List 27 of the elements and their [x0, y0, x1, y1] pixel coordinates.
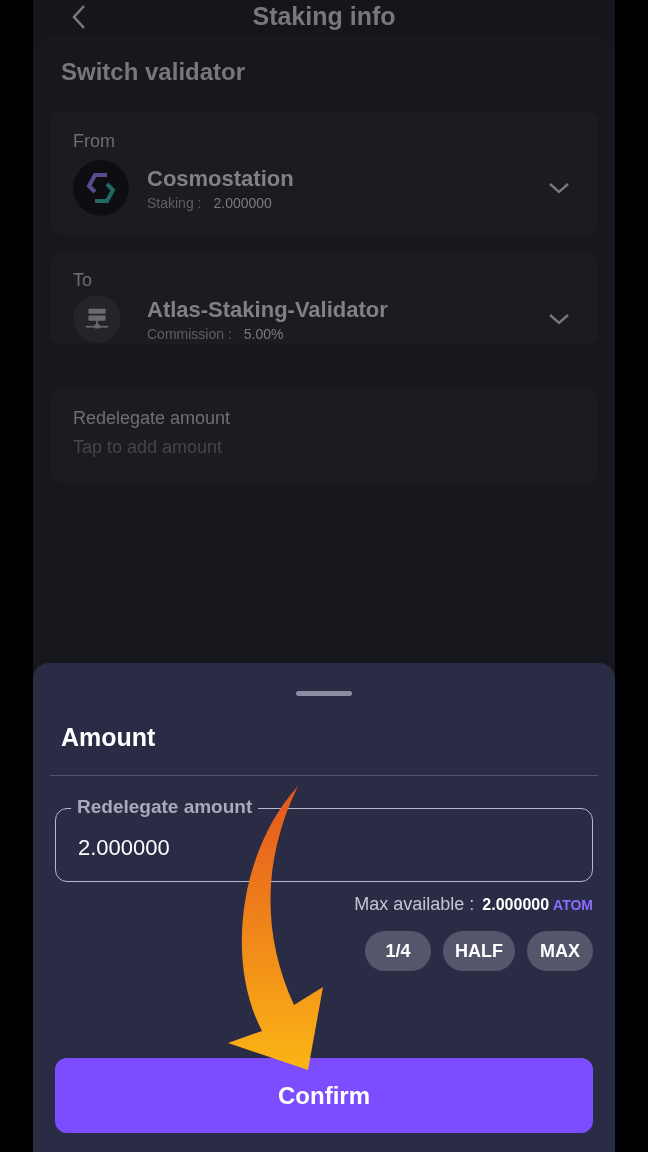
confirm-button[interactable]: Confirm — [55, 1058, 593, 1133]
chevron-down-icon[interactable] — [548, 182, 570, 194]
detail-label: Commission : — [147, 325, 232, 342]
token-unit: ATOM — [553, 897, 593, 913]
card-label: From — [73, 131, 116, 152]
max-available-value: 2.000000 — [482, 896, 550, 914]
chevron-down-icon[interactable] — [548, 313, 570, 325]
quick-amount-button[interactable]: 1/4 — [365, 931, 431, 971]
validator-card[interactable]: To Atlas-Staking-Validator Commission : 5.00% — [50, 250, 598, 345]
card-label: Redelegate amount — [73, 408, 232, 429]
detail-value: 2.000000 — [213, 194, 272, 211]
validator-name: Cosmostation — [147, 165, 295, 192]
quick-amount-button[interactable]: MAX — [527, 931, 593, 971]
detail-label: Staking : — [147, 194, 202, 211]
validator-name: Atlas-Staking-Validator — [147, 296, 389, 323]
page-title: Staking info — [252, 1, 396, 31]
hexagon-logo-icon — [73, 160, 129, 216]
quick-amount-button[interactable]: HALF — [443, 931, 515, 971]
back-icon[interactable] — [71, 4, 87, 30]
max-available-label: Max available : — [354, 894, 475, 915]
server-icon — [73, 295, 121, 343]
section-title: Switch validator — [61, 58, 247, 87]
validator-card[interactable]: From Cosmostation Staking : 2.000000 — [50, 111, 598, 235]
detail-value: 5.00% — [243, 325, 284, 342]
sheet-handle[interactable] — [296, 691, 352, 696]
sheet-title: Amount — [61, 723, 157, 753]
card-label: To — [73, 270, 93, 291]
